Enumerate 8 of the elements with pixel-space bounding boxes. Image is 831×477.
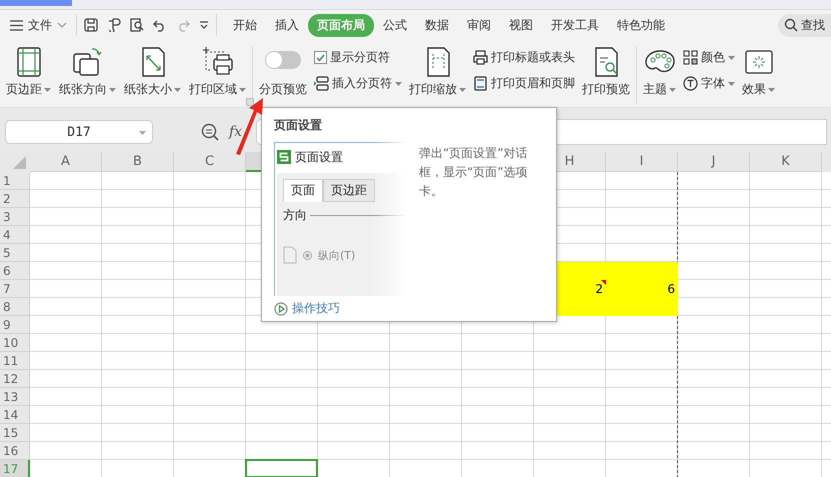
toggle-label: 分页预览: [259, 81, 307, 98]
section-label: 方向: [283, 207, 307, 224]
cell-value: 2: [595, 282, 603, 296]
cell-value: 6: [667, 282, 675, 296]
tooltip-description: 弹出“页面设置”对话框，显示“页面”选项卡。: [418, 145, 528, 200]
tooltip-title: 页面设置: [274, 117, 323, 134]
option-label: 纵向(T): [318, 248, 356, 262]
dialog-title: 页面设置: [295, 148, 343, 166]
